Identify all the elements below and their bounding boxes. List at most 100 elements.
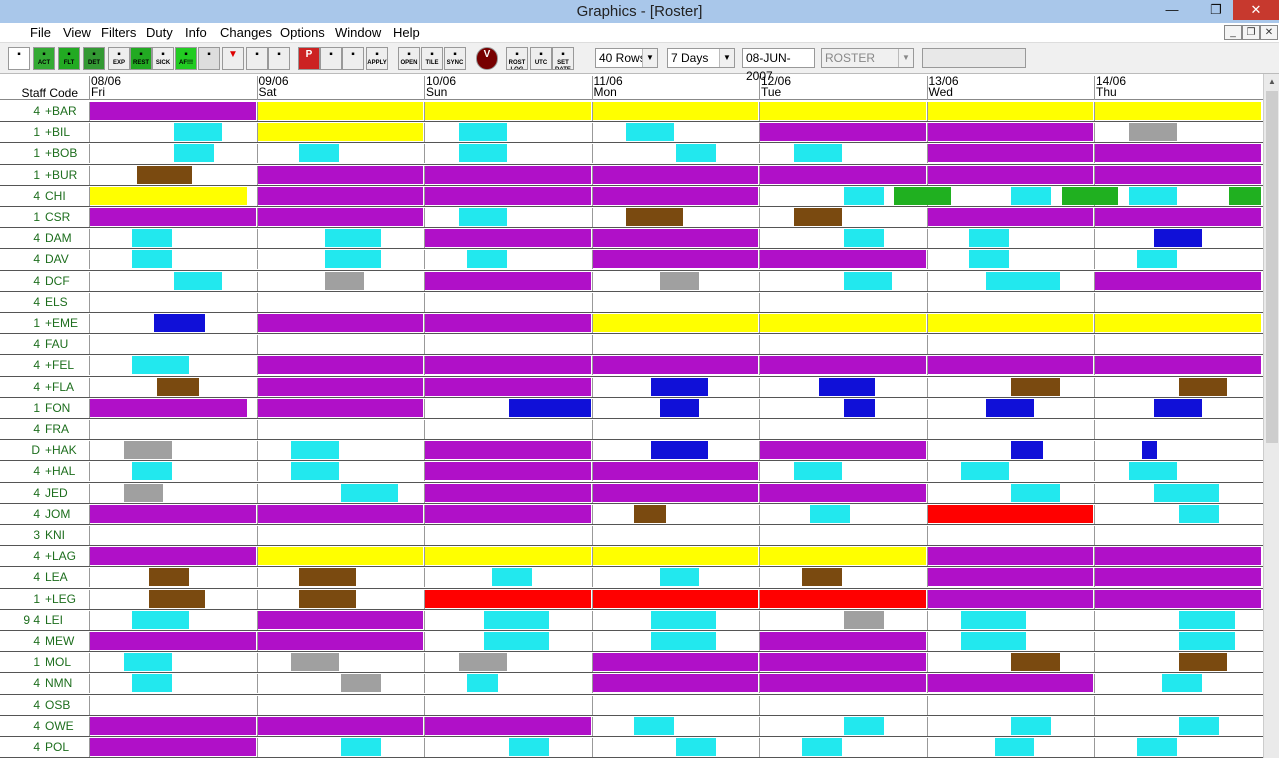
duty-block-cyan[interactable] xyxy=(458,144,507,163)
day-cell[interactable] xyxy=(591,738,760,757)
duty-block-purple[interactable] xyxy=(425,504,591,523)
staff-label[interactable]: 1 +BOB xyxy=(0,146,77,162)
staff-label[interactable]: 1 +BUR xyxy=(0,168,77,184)
staff-label[interactable]: 4 DCF xyxy=(0,274,74,290)
day-cell[interactable] xyxy=(1094,335,1262,355)
duty-block-cyan[interactable] xyxy=(466,674,499,693)
duty-block-purple[interactable] xyxy=(425,314,591,332)
duty-block-cyan[interactable] xyxy=(131,229,172,248)
day-cell[interactable] xyxy=(926,653,1095,673)
duty-block-purple[interactable] xyxy=(90,504,256,523)
day-cell[interactable] xyxy=(926,695,1095,715)
day-cell[interactable] xyxy=(424,420,592,439)
duty-block-purple[interactable] xyxy=(257,716,423,735)
duty-block-purple[interactable] xyxy=(592,229,758,248)
duty-block-blue[interactable] xyxy=(153,314,206,332)
day-cell[interactable] xyxy=(759,716,927,736)
duty-block-cyan[interactable] xyxy=(659,568,700,587)
day-cell[interactable] xyxy=(759,398,927,418)
days-select[interactable]: 7 Days ▼ xyxy=(667,48,735,68)
day-cell[interactable] xyxy=(256,738,425,757)
duty-block-purple[interactable] xyxy=(425,462,591,481)
staff-row[interactable]: 4 JOM xyxy=(0,504,1263,525)
day-cell[interactable] xyxy=(256,674,425,694)
day-cell[interactable] xyxy=(424,526,592,545)
day-cell[interactable] xyxy=(759,568,927,588)
duty-block-purple[interactable] xyxy=(425,356,591,375)
duty-block-purple[interactable] xyxy=(927,356,1093,375)
duty-block-purple[interactable] xyxy=(927,589,1093,608)
duty-block-cyan[interactable] xyxy=(626,123,675,142)
day-cell[interactable] xyxy=(89,526,257,545)
duty-block-purple[interactable] xyxy=(425,441,591,460)
duty-block-purple[interactable] xyxy=(592,186,758,205)
day-cell[interactable] xyxy=(89,250,257,270)
duty-block-purple[interactable] xyxy=(760,356,926,375)
duty-block-yellow[interactable] xyxy=(257,547,423,566)
day-cell[interactable] xyxy=(89,229,257,249)
duty-block-cyan[interactable] xyxy=(1011,483,1060,502)
day-cell[interactable] xyxy=(759,292,927,312)
duty-block-brown[interactable] xyxy=(1011,377,1060,396)
day-cell[interactable] xyxy=(926,483,1095,503)
staff-row[interactable]: 4 OSB xyxy=(0,695,1263,716)
duty-block-brown[interactable] xyxy=(299,568,356,587)
day-cell[interactable] xyxy=(591,716,760,736)
duty-block-cyan[interactable] xyxy=(508,738,549,756)
duty-block-brown[interactable] xyxy=(793,208,842,226)
staff-row[interactable]: 4 DCF xyxy=(0,271,1263,292)
duty-block-cyan[interactable] xyxy=(341,738,382,756)
duty-block-cyan[interactable] xyxy=(291,462,340,481)
triangle-icon[interactable]: ▼ xyxy=(222,47,244,70)
day-cell[interactable] xyxy=(89,420,257,439)
staff-row[interactable]: 4 JED xyxy=(0,483,1263,504)
duty-block-cyan[interactable] xyxy=(324,250,382,269)
duty-block-cyan[interactable] xyxy=(1178,632,1236,650)
staff-label[interactable]: 4 +FLA xyxy=(0,380,74,396)
day-cell[interactable] xyxy=(424,674,592,694)
day-cell[interactable] xyxy=(89,441,257,461)
duty-block-purple[interactable] xyxy=(425,377,591,396)
menu-changes[interactable]: Changes xyxy=(220,25,272,40)
duty-block-purple[interactable] xyxy=(927,165,1093,184)
duty-block-blue[interactable] xyxy=(1153,229,1202,248)
day-cell[interactable] xyxy=(89,292,257,312)
day-cell[interactable] xyxy=(759,271,927,291)
scroll-up-icon[interactable]: ▲ xyxy=(1264,74,1279,90)
duty-block-purple[interactable] xyxy=(425,186,591,205)
duty-block-cyan[interactable] xyxy=(458,208,507,226)
staff-row[interactable]: 1 +LEG xyxy=(0,589,1263,610)
staff-label[interactable]: 4 POL xyxy=(0,740,74,756)
duty-block-blue[interactable] xyxy=(986,398,1035,417)
staff-row[interactable]: 4 ELS xyxy=(0,292,1263,313)
duty-block-blue[interactable] xyxy=(1011,441,1043,460)
duty-block-blue[interactable] xyxy=(651,377,708,396)
duty-block-cyan[interactable] xyxy=(793,462,842,481)
day-cell[interactable] xyxy=(926,420,1095,439)
duty-block-purple[interactable] xyxy=(592,653,758,672)
apply-button[interactable]: ▪ APPLY xyxy=(366,47,388,70)
staff-row[interactable]: 4 OWE xyxy=(0,716,1263,737)
day-cell[interactable] xyxy=(89,144,257,164)
duty-block-cyan[interactable] xyxy=(1136,738,1177,756)
duty-block-blue[interactable] xyxy=(651,441,708,460)
day-cell[interactable] xyxy=(1094,716,1262,736)
day-cell[interactable] xyxy=(256,335,425,355)
duty-block-cyan[interactable] xyxy=(131,610,189,629)
duty-block-purple[interactable] xyxy=(425,271,591,290)
staff-row[interactable]: 4 FRA xyxy=(0,419,1263,441)
day-cell[interactable] xyxy=(424,292,592,312)
staff-label[interactable]: 4 FRA xyxy=(0,422,74,438)
day-cell[interactable] xyxy=(256,483,425,503)
duty-block-brown[interactable] xyxy=(1178,653,1227,672)
duty-block-yellow[interactable] xyxy=(257,102,423,120)
day-cell[interactable] xyxy=(424,123,592,143)
day-cell[interactable] xyxy=(759,144,927,164)
duty-block-purple[interactable] xyxy=(1095,356,1261,375)
duty-block-red[interactable] xyxy=(425,589,591,608)
duty-block-blue[interactable] xyxy=(659,398,700,417)
af-button[interactable]: ▪ AF!!! xyxy=(175,47,197,70)
duty-block-cyan[interactable] xyxy=(969,250,1010,269)
duty-block-cyan[interactable] xyxy=(291,441,340,460)
duty-block-purple[interactable] xyxy=(927,208,1093,226)
